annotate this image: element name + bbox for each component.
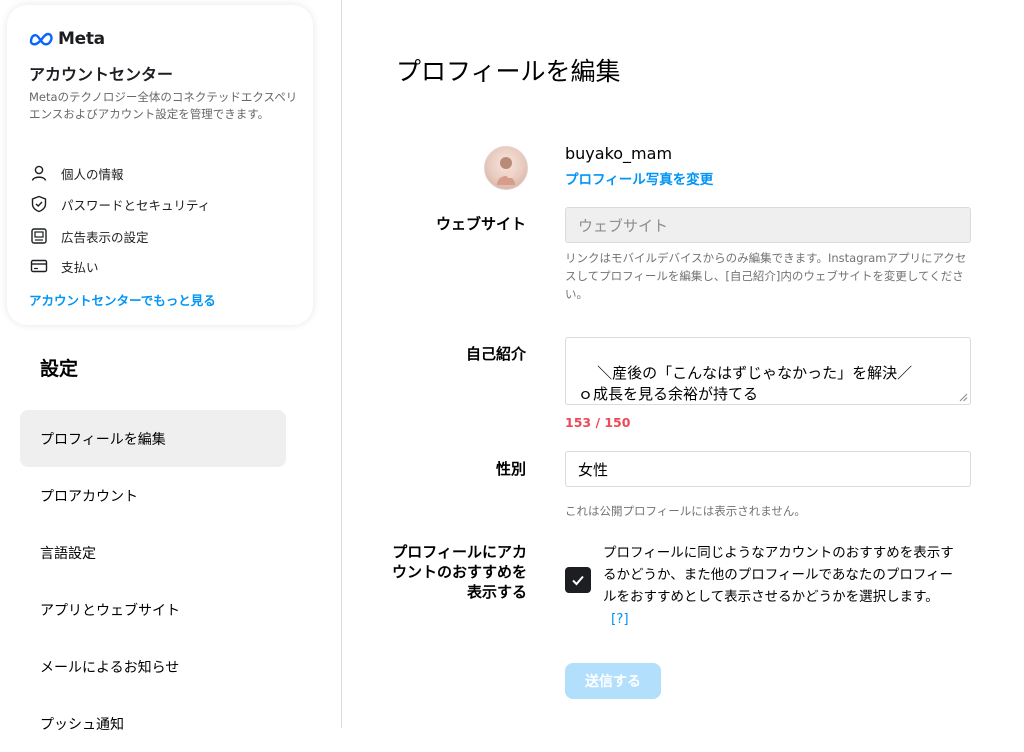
ac-item-label: 個人の情報: [61, 166, 124, 182]
suggestions-description: プロフィールに同じようなアカウントのおすすめを表示するかどうか、また他のプロフィ…: [603, 542, 963, 630]
meta-infinity-icon: [29, 32, 53, 46]
ac-item-label: 支払い: [61, 259, 99, 275]
suggestions-label: プロフィールにアカウントのおすすめを表示する: [391, 543, 527, 601]
gender-field[interactable]: 女性: [565, 451, 971, 487]
bio-text: ＼産後の「こんなはずじゃなかった」を解決／ ｏ成長を見る余裕が持てる ｏパートナ…: [578, 364, 913, 403]
submit-button[interactable]: 送信する: [565, 663, 661, 699]
gender-help-text: これは公開プロフィールには表示されません。: [565, 504, 806, 518]
avatar[interactable]: [484, 146, 528, 190]
person-icon: [29, 163, 49, 183]
suggestions-checkbox[interactable]: [565, 567, 591, 593]
ac-item-label: パスワードとセキュリティ: [61, 197, 211, 213]
nav-item-language[interactable]: 言語設定: [20, 524, 286, 581]
nav-item-email-notifications[interactable]: メールによるお知らせ: [20, 638, 286, 695]
nav-item-edit-profile[interactable]: プロフィールを編集: [20, 410, 286, 467]
username: buyako_mam: [565, 144, 673, 163]
meta-logo: Meta: [29, 29, 105, 49]
shield-check-icon: [29, 194, 49, 214]
meta-brand-text: Meta: [58, 29, 105, 49]
ac-item-payments[interactable]: 支払い: [29, 256, 99, 276]
resize-handle-icon[interactable]: [959, 393, 968, 402]
suggestions-help-link[interactable]: [?]: [611, 611, 629, 627]
ac-item-label: 広告表示の設定: [61, 229, 149, 245]
ad-preferences-icon: [29, 226, 49, 246]
edit-profile-panel: プロフィールを編集 buyako_mam プロフィール写真を変更 ウェブサイト …: [342, 0, 1024, 728]
sidebar: Meta アカウントセンター Metaのテクノロジー全体のコネクテッドエクスペリ…: [0, 0, 342, 733]
bio-character-counter: 153 / 150: [565, 415, 631, 430]
change-photo-link[interactable]: プロフィール写真を変更: [565, 168, 713, 188]
suggestions-text: プロフィールに同じようなアカウントのおすすめを表示するかどうか、また他のプロフィ…: [603, 545, 954, 605]
ac-item-password-security[interactable]: パスワードとセキュリティ: [29, 194, 210, 214]
checkmark-icon: [572, 575, 584, 586]
bio-label: 自己紹介: [465, 345, 526, 363]
website-input[interactable]: ウェブサイト: [565, 207, 971, 243]
bio-textarea[interactable]: ＼産後の「こんなはずじゃなかった」を解決／ ｏ成長を見る余裕が持てる ｏパートナ…: [565, 337, 971, 405]
website-label: ウェブサイト: [435, 215, 526, 233]
gender-label: 性別: [495, 460, 526, 478]
accounts-center-description: Metaのテクノロジー全体のコネクテッドエクスペリエンスおよびアカウント設定を管…: [29, 90, 298, 121]
settings-heading: 設定: [40, 358, 79, 380]
nav-item-apps-websites[interactable]: アプリとウェブサイト: [20, 581, 286, 638]
nav-item-push-notifications[interactable]: プッシュ通知: [20, 695, 286, 752]
accounts-center-title: アカウントセンター: [29, 65, 174, 84]
credit-card-icon: [29, 256, 49, 276]
ac-item-personal-info[interactable]: 個人の情報: [29, 163, 124, 183]
ac-item-ad-preferences[interactable]: 広告表示の設定: [29, 226, 149, 246]
accounts-center-more-link[interactable]: アカウントセンターでもっと見る: [29, 290, 216, 309]
page-title: プロフィールを編集: [396, 57, 621, 86]
nav-item-professional-account[interactable]: プロアカウント: [20, 467, 286, 524]
accounts-center-card: Meta アカウントセンター Metaのテクノロジー全体のコネクテッドエクスペリ…: [7, 5, 313, 325]
website-help-text: リンクはモバイルデバイスからのみ編集できます。Instagramアプリにアクセス…: [565, 251, 967, 301]
